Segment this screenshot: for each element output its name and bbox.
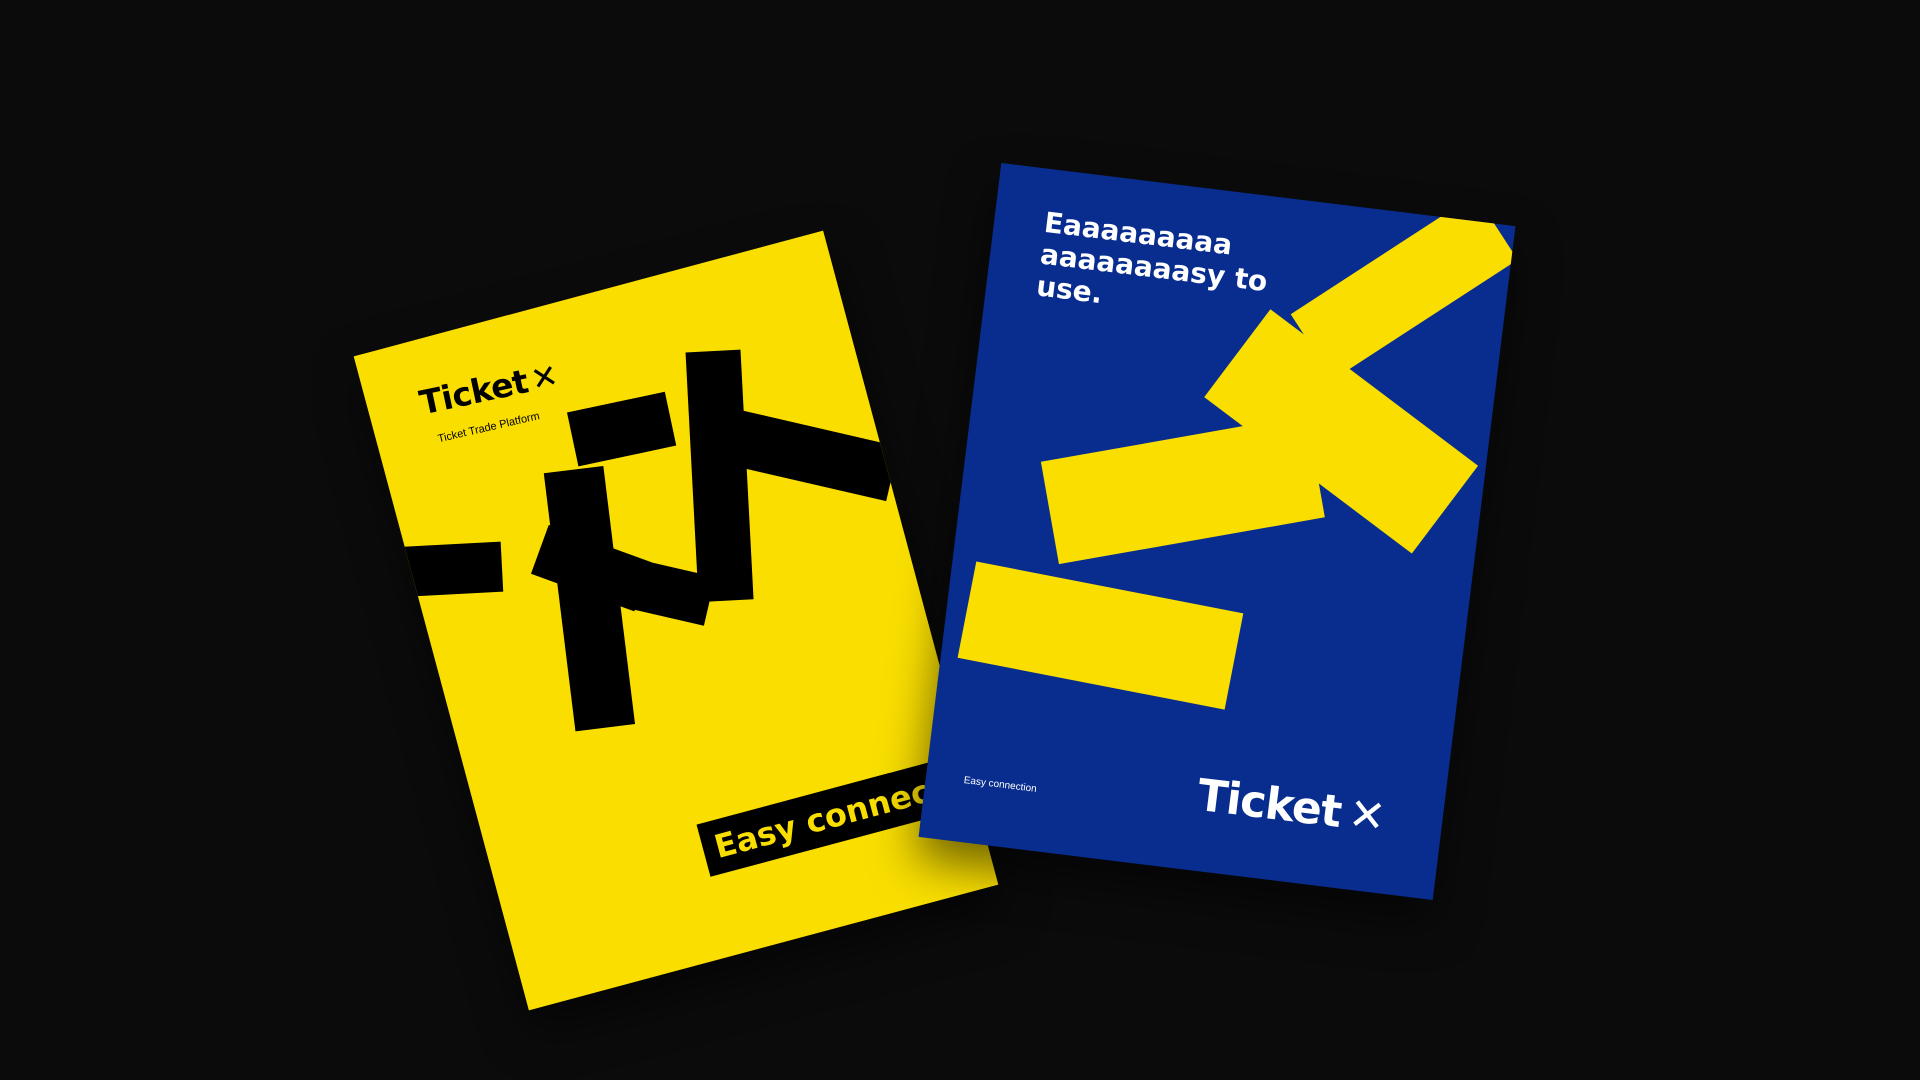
x-mark-icon: ✕ <box>1345 788 1388 844</box>
yellow-bar <box>957 561 1244 710</box>
black-bar <box>566 391 677 467</box>
black-bar <box>685 349 754 603</box>
poster-mockup-scene: Ticket✕ Ticket Trade Platform Easy conne… <box>0 0 1920 1080</box>
yellow-poster-cross-graphic <box>390 349 899 732</box>
black-bar <box>390 541 504 598</box>
yellow-bar <box>1040 414 1325 565</box>
yellow-poster: Ticket✕ Ticket Trade Platform Easy conne… <box>353 230 999 1011</box>
blue-poster: Eaaaaaaaaa aaaaaaaasy to use. Easy conne… <box>918 162 1516 901</box>
